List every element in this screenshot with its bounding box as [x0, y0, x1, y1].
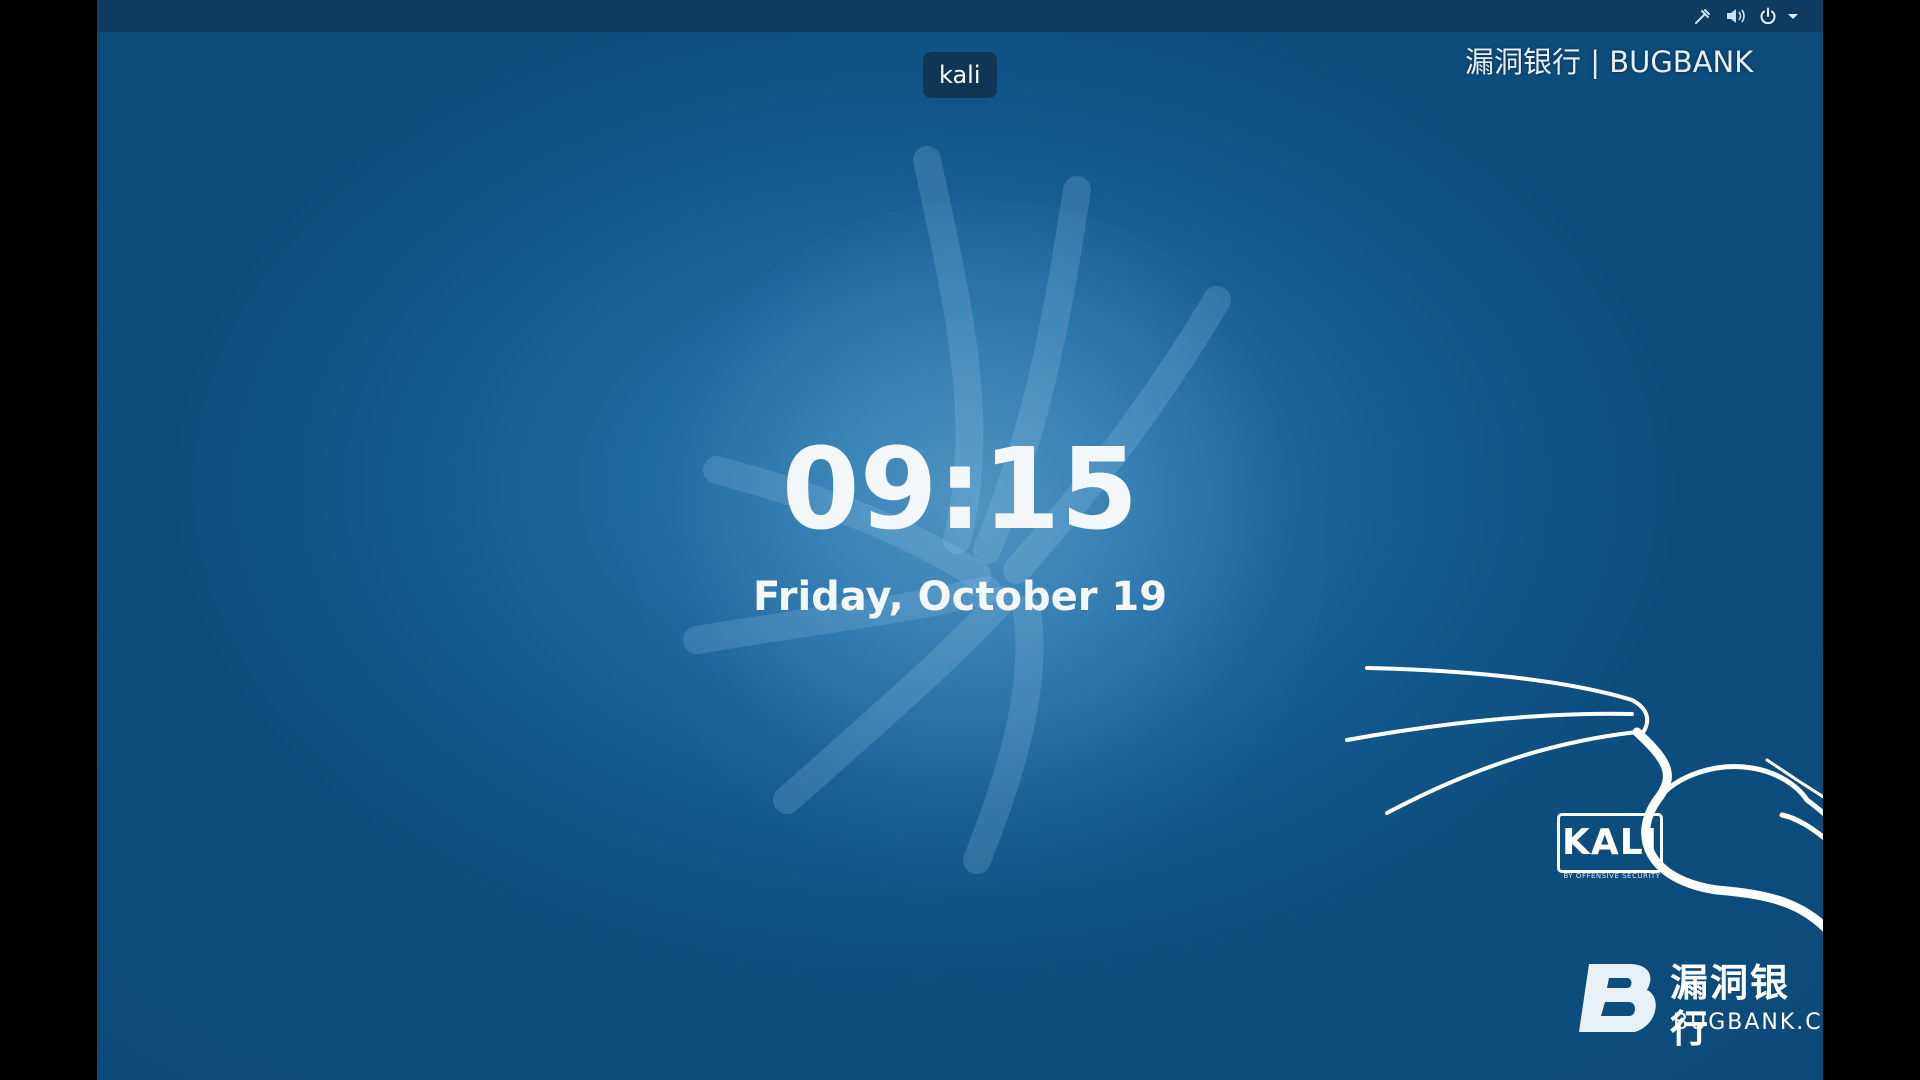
top-bar [97, 0, 1823, 32]
power-icon[interactable] [1757, 4, 1779, 28]
bugbank-cn-text: 漏洞银行 [1670, 961, 1791, 1051]
kali-badge: KALI [1557, 813, 1663, 873]
clock-time: 09:15 [781, 425, 1139, 555]
chevron-down-icon[interactable] [1785, 4, 1801, 28]
kali-tagline: BY OFFENSIVE SECURITY [1563, 872, 1661, 880]
user-name-label: kali [923, 52, 997, 98]
clock-date: Friday, October 19 [752, 574, 1168, 620]
watermark-top-text: 漏洞银行 | BUGBANK [1465, 45, 1754, 79]
network-wired-icon[interactable] [1692, 4, 1714, 28]
bugbank-logo-icon [1579, 964, 1656, 1032]
volume-icon[interactable] [1723, 4, 1749, 28]
lock-screen[interactable]: kali 09:15 Friday, October 19 漏洞银行 | BUG… [97, 0, 1823, 1080]
bugbank-en-text: BUGBANK.CN [1673, 1010, 1823, 1035]
watermark-top: 漏洞银行 | BUGBANK [1465, 40, 1753, 84]
